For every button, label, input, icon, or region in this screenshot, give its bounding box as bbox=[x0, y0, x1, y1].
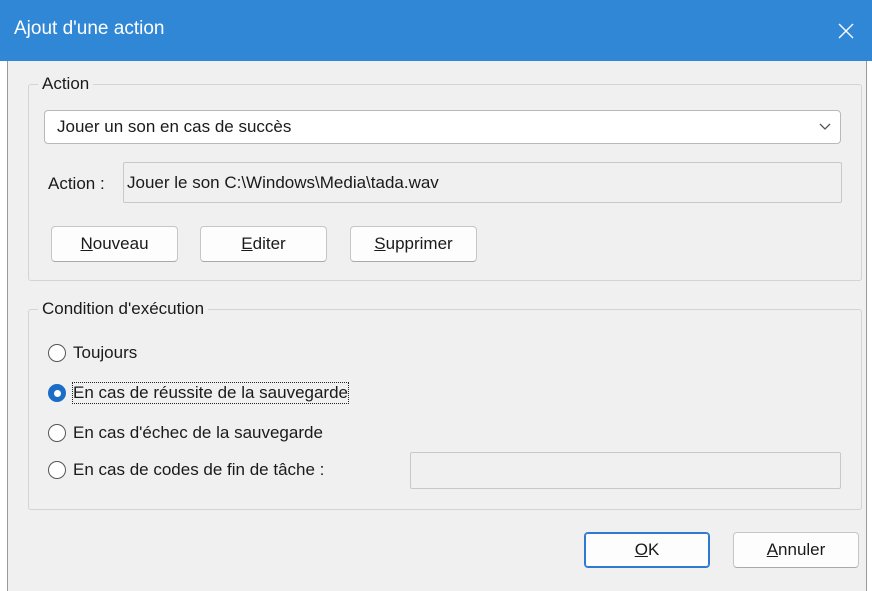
radio-exit-codes-button[interactable] bbox=[48, 461, 66, 479]
new-button[interactable]: Nouveau bbox=[51, 226, 178, 262]
chevron-down-icon bbox=[819, 123, 831, 130]
cancel-button[interactable]: Annuler bbox=[733, 532, 859, 568]
delete-button-accel: S bbox=[374, 234, 386, 253]
action-description-field: Jouer le son C:\Windows\Media\tada.wav bbox=[123, 162, 842, 203]
ok-button-label: K bbox=[647, 540, 660, 559]
action-description-value: Jouer le son C:\Windows\Media\tada.wav bbox=[127, 173, 439, 192]
radio-exit-codes[interactable]: En cas de codes de fin de tâche : bbox=[48, 460, 324, 480]
action-type-select[interactable]: Jouer un son en cas de succès bbox=[44, 110, 841, 144]
radio-on-success[interactable]: En cas de réussite de la sauvegarde bbox=[48, 382, 350, 404]
ok-button-accel: O bbox=[634, 540, 648, 559]
ok-button[interactable]: OK bbox=[584, 532, 710, 568]
title-bar: Ajout d'une action bbox=[0, 0, 872, 61]
radio-on-failure-label: En cas d'échec de la sauvegarde bbox=[73, 423, 323, 442]
edit-button-label: diter bbox=[252, 234, 286, 253]
new-button-accel: N bbox=[80, 234, 93, 253]
action-label: Action : bbox=[48, 174, 105, 193]
cancel-button-accel: A bbox=[766, 540, 779, 559]
delete-button[interactable]: Supprimer bbox=[350, 226, 477, 262]
cancel-button-label: nnuler bbox=[778, 540, 826, 559]
edit-button[interactable]: Editer bbox=[200, 226, 327, 262]
delete-button-label: upprimer bbox=[385, 234, 453, 253]
radio-on-success-button[interactable] bbox=[48, 384, 66, 402]
radio-always[interactable]: Toujours bbox=[48, 343, 137, 363]
radio-always-label: Toujours bbox=[73, 343, 138, 362]
condition-group-legend: Condition d'exécution bbox=[38, 299, 209, 319]
close-button[interactable] bbox=[820, 0, 872, 61]
radio-exit-codes-label: En cas de codes de fin de tâche : bbox=[73, 460, 325, 479]
radio-on-failure-button[interactable] bbox=[48, 424, 66, 442]
edit-button-accel: E bbox=[241, 234, 253, 253]
action-group-legend: Action bbox=[38, 74, 94, 94]
new-button-label: ouveau bbox=[92, 234, 149, 253]
window-title: Ajout d'une action bbox=[14, 18, 165, 39]
radio-on-success-label: En cas de réussite de la sauvegarde bbox=[71, 382, 350, 404]
action-type-select-value: Jouer un son en cas de succès bbox=[57, 117, 292, 136]
close-icon bbox=[838, 23, 854, 38]
radio-always-button[interactable] bbox=[48, 344, 66, 362]
radio-on-failure[interactable]: En cas d'échec de la sauvegarde bbox=[48, 423, 323, 443]
exit-codes-input[interactable] bbox=[410, 452, 841, 489]
